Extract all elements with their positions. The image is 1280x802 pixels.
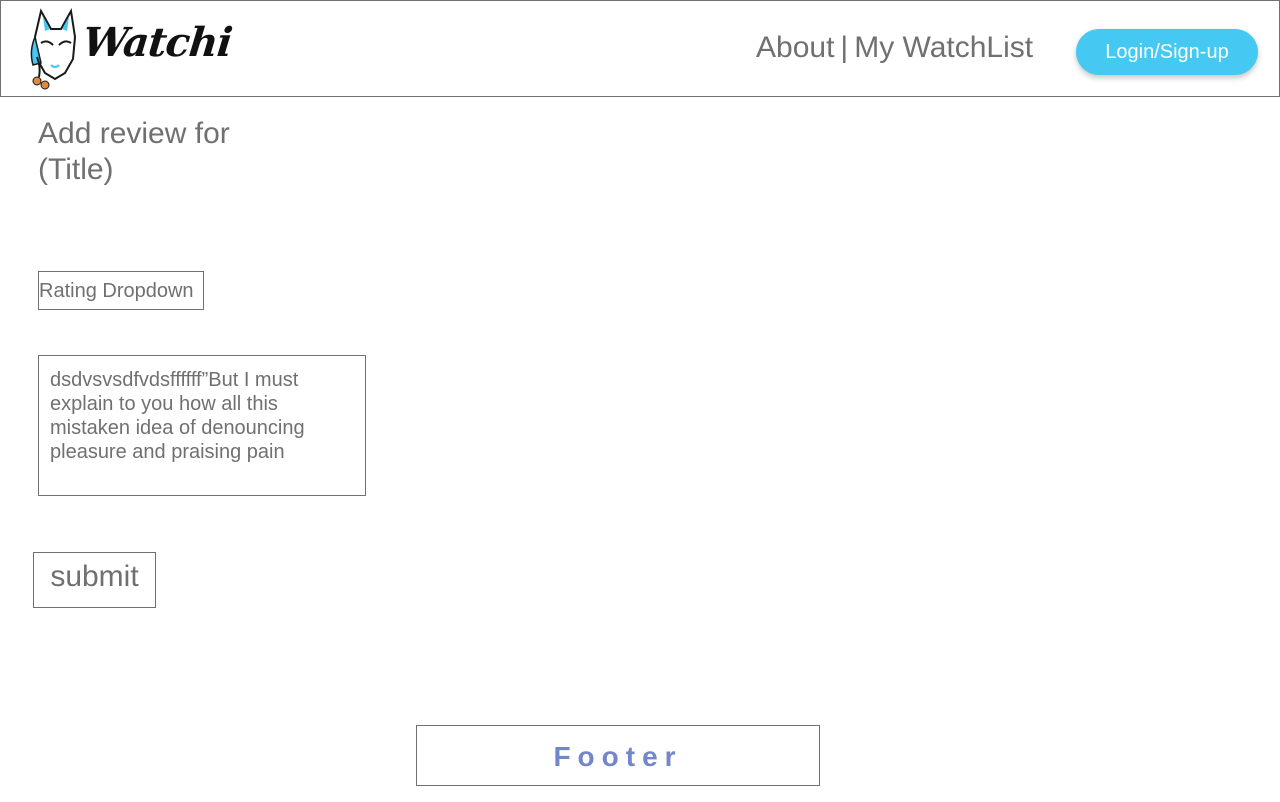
review-textarea[interactable]: dsdvsvsdfvdsffffff”But I must explain to…: [38, 355, 366, 496]
nav-watchlist-link[interactable]: My WatchList: [854, 31, 1033, 65]
fox-mask-icon: [30, 7, 77, 90]
footer: Footer: [416, 725, 820, 786]
nav-about-link[interactable]: About: [756, 31, 834, 65]
submit-button[interactable]: submit: [33, 552, 156, 608]
top-nav: About | My WatchList: [756, 31, 1033, 65]
login-signup-button[interactable]: Login/Sign-up: [1076, 29, 1258, 75]
rating-dropdown[interactable]: Rating Dropdown: [38, 271, 204, 310]
nav-separator: |: [840, 31, 849, 64]
site-header: Watchi About | My WatchList Login/Sign-up: [0, 0, 1280, 97]
logo-wordmark: Watchi: [80, 19, 234, 66]
page-title: Add review for (Title): [38, 117, 230, 186]
logo[interactable]: Watchi: [27, 7, 234, 93]
